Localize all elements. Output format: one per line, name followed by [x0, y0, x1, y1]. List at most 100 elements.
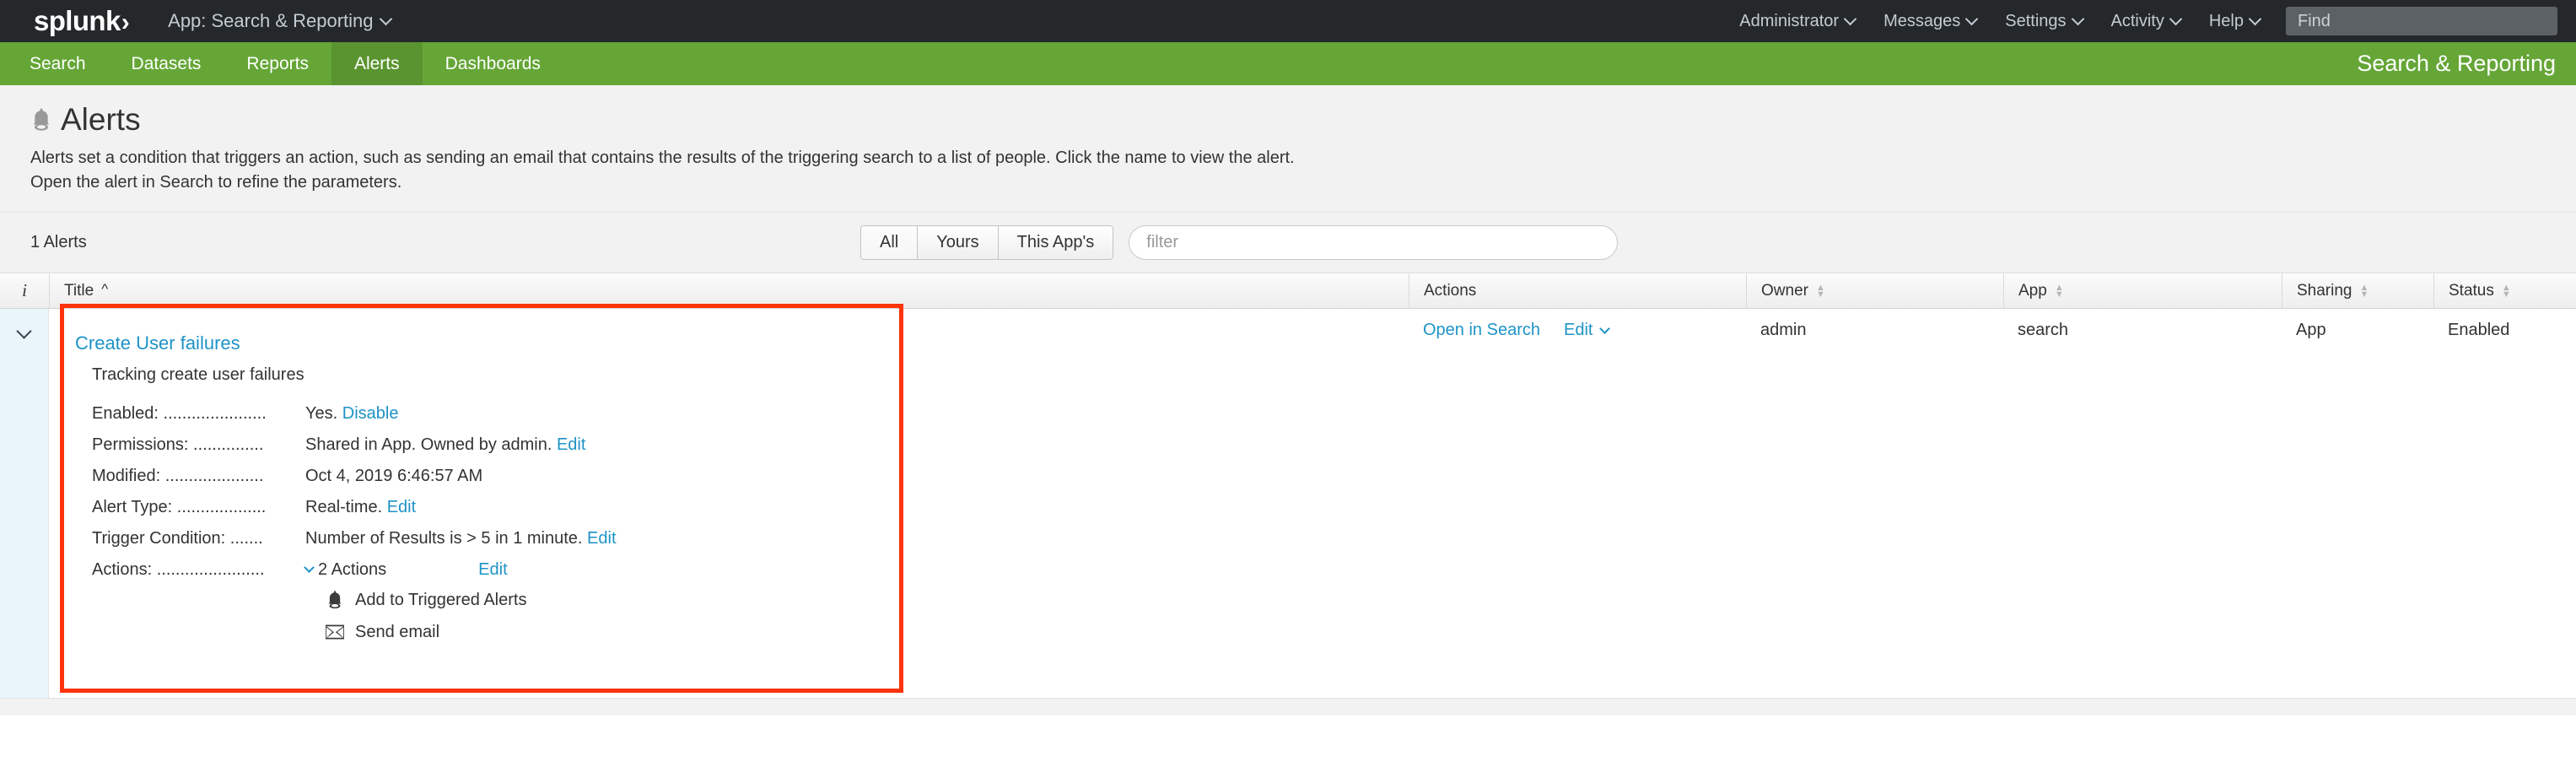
chevron-down-icon[interactable] — [304, 562, 315, 573]
property-value: Shared in App. Owned by admin. Edit — [305, 436, 585, 453]
property-label: Alert Type: ................... — [92, 499, 267, 516]
topnav-label: Administrator — [1739, 11, 1840, 30]
row-edit-menu[interactable]: Edit — [1563, 321, 1610, 340]
column-label: App — [2018, 281, 2047, 300]
property-value: Oct 4, 2019 6:46:57 AM — [305, 467, 482, 484]
scope-filter-yours[interactable]: Yours — [917, 225, 998, 260]
property-value: 2 Actions Edit — [304, 561, 508, 578]
column-header-actions: Actions — [1409, 273, 1746, 309]
action-item-add-to-triggered-alerts: Add to Triggered Alerts — [326, 589, 1409, 611]
chevron-down-icon — [1964, 12, 1979, 25]
property-label: Permissions: ............... — [92, 436, 264, 453]
action-item-send-email: Send email — [326, 621, 1409, 643]
table-header-row: i Title ^ Actions Owner ▲ ▼ App ▲ ▼ Sharin… — [0, 273, 2576, 309]
topnav-label: Settings — [2005, 11, 2067, 30]
action-label: Add to Triggered Alerts — [355, 590, 527, 609]
edit-trigger-condition-link[interactable]: Edit — [587, 529, 616, 548]
column-label: Title — [64, 281, 94, 300]
topnav-item-administrator[interactable]: Administrator — [1725, 12, 1869, 31]
page-title: Alerts — [61, 102, 141, 137]
property-label: Actions: ....................... — [92, 561, 265, 578]
action-label: Send email — [355, 622, 440, 641]
nav-label: Dashboards — [445, 53, 541, 73]
filter-input[interactable] — [1129, 225, 1619, 260]
column-header-status[interactable]: Status ▲ ▼ — [2433, 273, 2576, 309]
row-status-cell: Enabled — [2448, 321, 2510, 339]
topnav-label: Activity — [2110, 11, 2164, 30]
row-sharing-cell: App — [2296, 321, 2326, 339]
row-actions-cell: Open in Search Edit — [1409, 309, 1746, 698]
page-header: Alerts Alerts set a condition that trigg… — [0, 85, 2576, 213]
app-selector[interactable]: App: Search & Reporting — [168, 10, 392, 32]
top-bar-right-nav: Administrator Messages Settings Activity… — [1725, 7, 2576, 35]
scope-filter-this-apps[interactable]: This App's — [997, 225, 1114, 260]
nav-item-datasets[interactable]: Datasets — [109, 42, 224, 85]
bell-icon — [328, 591, 342, 609]
nav-item-dashboards[interactable]: Dashboards — [423, 42, 563, 85]
column-label: Sharing — [2297, 281, 2352, 300]
envelope-icon — [326, 624, 344, 640]
app-nav-items: Search Datasets Reports Alerts Dashboard… — [7, 42, 563, 85]
chevron-down-icon — [16, 323, 32, 339]
property-value-text: Yes. — [305, 404, 338, 423]
column-header-sharing[interactable]: Sharing ▲ ▼ — [2282, 273, 2433, 309]
topnav-item-help[interactable]: Help — [2195, 12, 2274, 31]
list-toolbar: 1 Alerts All Yours This App's — [0, 213, 2576, 273]
nav-item-search[interactable]: Search — [7, 42, 109, 85]
property-enabled: Enabled: ...................... Yes. Dis… — [92, 405, 1409, 422]
edit-permissions-link[interactable]: Edit — [557, 435, 585, 454]
property-label: Enabled: ...................... — [92, 405, 267, 422]
scope-filter-all[interactable]: All — [860, 225, 918, 260]
property-trigger-condition: Trigger Condition: ....... Number of Res… — [92, 530, 1409, 547]
row-expand-toggle[interactable] — [0, 309, 49, 698]
sort-toggle-icon: ▲ ▼ — [2054, 282, 2064, 300]
topnav-item-messages[interactable]: Messages — [1869, 12, 1991, 31]
chevron-down-icon — [2071, 12, 2084, 25]
page-footer-spacer — [0, 699, 2576, 716]
column-header-owner[interactable]: Owner ▲ ▼ — [1746, 273, 2003, 309]
chevron-down-icon — [2248, 12, 2262, 25]
topnav-label: Help — [2208, 11, 2244, 30]
nav-item-alerts[interactable]: Alerts — [331, 42, 423, 85]
property-alert-type: Alert Type: ................... Real-tim… — [92, 499, 1409, 516]
chevron-down-icon — [1599, 323, 1610, 334]
chevron-down-icon — [2169, 12, 2183, 25]
row-edit-label: Edit — [1563, 321, 1593, 339]
disable-link[interactable]: Disable — [342, 404, 399, 423]
splunk-logo-mark: › — [121, 8, 130, 36]
alert-properties-list: Enabled: ...................... Yes. Dis… — [92, 405, 1409, 643]
row-app-cell: search — [2018, 321, 2069, 339]
scope-filter-button-group: All Yours This App's — [860, 225, 1114, 260]
column-header-app[interactable]: App ▲ ▼ — [2003, 273, 2282, 309]
open-in-search-link[interactable]: Open in Search — [1423, 321, 1540, 340]
alert-detail-panel: Create User failures Tracking create use… — [49, 321, 1409, 643]
nav-item-reports[interactable]: Reports — [224, 42, 331, 85]
edit-alert-type-link[interactable]: Edit — [387, 498, 416, 516]
property-actions: Actions: ....................... 2 Actio… — [92, 561, 1409, 578]
property-value-text: Real-time. — [305, 498, 383, 516]
sort-toggle-icon: ▲ ▼ — [2359, 282, 2369, 300]
alerts-table: i Title ^ Actions Owner ▲ ▼ App ▲ ▼ Sharin… — [0, 273, 2576, 699]
property-modified: Modified: ..................... Oct 4, 2… — [92, 467, 1409, 484]
property-value-text: Shared in App. Owned by admin. — [305, 435, 552, 454]
chevron-down-icon — [379, 12, 392, 25]
alert-title-link[interactable]: Create User failures — [75, 332, 240, 354]
alert-action-items: Add to Triggered Alerts Send email — [326, 589, 1409, 643]
alerts-count-label: 1 Alerts — [30, 233, 87, 251]
find-input[interactable] — [2286, 7, 2557, 35]
actions-count-label[interactable]: 2 Actions — [318, 561, 386, 578]
topnav-item-settings[interactable]: Settings — [1991, 12, 2096, 31]
topnav-item-activity[interactable]: Activity — [2097, 12, 2195, 31]
toolbar-controls: All Yours This App's — [860, 225, 1619, 260]
edit-actions-link[interactable]: Edit — [478, 561, 507, 578]
property-value-text: Number of Results is > 5 in 1 minute. — [305, 529, 583, 548]
column-label: Actions — [1424, 281, 1477, 300]
column-header-title[interactable]: Title ^ — [49, 273, 1409, 309]
bell-icon — [33, 108, 50, 131]
topnav-label: Messages — [1883, 11, 1961, 30]
chevron-down-icon — [1843, 12, 1857, 25]
splunk-logo[interactable]: splunk › — [34, 5, 130, 36]
sort-ascending-icon: ^ — [101, 280, 109, 297]
splunk-logo-text: splunk — [34, 5, 121, 36]
table-row: Create User failures Tracking create use… — [0, 304, 2576, 699]
